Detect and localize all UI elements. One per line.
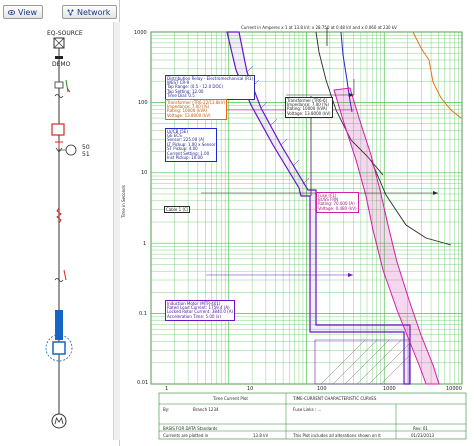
title-block-fuse-label: Fuse Links : ... bbox=[293, 407, 322, 412]
title-block-date: 01/23/2013 bbox=[411, 433, 435, 438]
fuse-annotation[interactable]: Fuse (F1) BUSS FRN Rating: 70.000 (A) Volta… bbox=[316, 192, 359, 213]
motor-icon[interactable] bbox=[51, 413, 67, 429]
breaker-icon[interactable] bbox=[54, 79, 71, 93]
title-block-note: This Plot includes all alterations shown… bbox=[293, 433, 381, 438]
relay-annotation[interactable]: Distribution Relay - Electromechanical (… bbox=[165, 75, 256, 101]
current-axis-title: Current in Amperes x 1 at 13.8 kV; x 28.… bbox=[241, 25, 397, 30]
relay-icon[interactable] bbox=[59, 144, 77, 156]
time-axis-title: Time in Seconds bbox=[121, 185, 126, 218]
y-tick-label: 10 bbox=[141, 170, 148, 176]
title-block-basis: BASIS FOR DATA Standards bbox=[163, 426, 218, 431]
network-button-label: Network bbox=[77, 7, 111, 17]
source-bus-icon[interactable] bbox=[55, 56, 63, 59]
network-button[interactable]: Network bbox=[62, 5, 117, 19]
cable-annotation[interactable]: Cable 1 (C) bbox=[164, 206, 191, 214]
motor-starter-icon[interactable] bbox=[52, 341, 66, 355]
view-button[interactable]: View bbox=[3, 5, 43, 19]
title-block-by-label: By: bbox=[163, 407, 170, 412]
y-tick-label: 100 bbox=[138, 100, 148, 106]
x-tick-label: 1 bbox=[165, 386, 169, 392]
y-tick-label: 0.1 bbox=[139, 311, 147, 317]
y-tick-label: 1000 bbox=[134, 30, 147, 36]
lv-breaker-icon[interactable] bbox=[54, 269, 67, 282]
transformer-hv-annotation[interactable]: Transformer (TR6-22/13.8kV) Impedance: 7.… bbox=[165, 99, 228, 120]
y-tick-label: 1 bbox=[143, 241, 147, 247]
eye-icon bbox=[8, 9, 15, 15]
left-scrollbar[interactable] bbox=[113, 22, 120, 440]
tcc-plot bbox=[150, 28, 467, 440]
tcc-panel: Current in Amperes x 1 at 13.8 kV; x 28.… bbox=[121, 0, 474, 446]
y-tick-label: 0.01 bbox=[137, 380, 149, 386]
one-line-diagram bbox=[45, 37, 77, 429]
title-block-tcc: TIME-CURRENT CHARACTERISTIC CURVES bbox=[293, 396, 377, 401]
x-tick-label: 10000 bbox=[446, 386, 462, 392]
title-block-currents-label: Currents are plotted in bbox=[163, 433, 209, 438]
x-tick-label: 10 bbox=[247, 386, 254, 392]
relay-box-icon[interactable] bbox=[51, 123, 65, 136]
view-button-label: View bbox=[18, 7, 37, 17]
x-tick-label: 100 bbox=[317, 386, 327, 392]
x-tick-label: 1000 bbox=[383, 386, 396, 392]
title-block-rev: Rev: 01 bbox=[413, 426, 428, 431]
network-icon bbox=[67, 9, 74, 15]
lv-cb-annotation[interactable]: LV/CB (5E) GE ECS Sensor: 225.00 (A) LT Pic… bbox=[165, 128, 218, 162]
transformer-lv-annotation[interactable]: Transformer (TR6-6) Impedance: 7.00 (%) Ra… bbox=[285, 97, 333, 118]
title-block-by-value: Branch 1234 bbox=[193, 407, 219, 412]
title-block-time-current: Time Current Plot bbox=[213, 396, 248, 401]
one-line-panel: View Network EQ-SOURCE DEMO 50 51 bbox=[0, 0, 120, 446]
title-block-kv: 13.8 kV bbox=[253, 433, 269, 438]
motor-annotation[interactable]: Induction Motor (MTR-401) Rated Load Curr… bbox=[165, 300, 235, 321]
